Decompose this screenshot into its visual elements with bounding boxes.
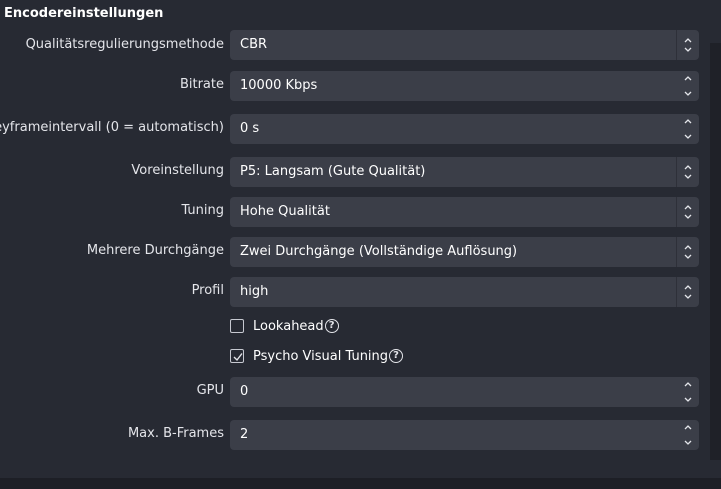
lookahead-checkbox-row[interactable]: Lookahead ? [230, 316, 339, 336]
combo-arrows-icon[interactable] [677, 157, 699, 187]
section-title: Encodereinstellungen [4, 6, 164, 21]
rate-control-value: CBR [240, 37, 268, 52]
tuning-value: Hohe Qualität [240, 204, 330, 219]
bframes-label: Max. B-Frames [127, 426, 224, 441]
checkmark-icon [233, 353, 243, 362]
combo-arrows-icon[interactable] [677, 277, 699, 307]
lookahead-checkbox[interactable] [230, 319, 244, 333]
tuning-label: Tuning [181, 203, 224, 218]
spin-arrows-icon[interactable] [677, 71, 699, 101]
lookahead-label: Lookahead [253, 318, 324, 334]
help-icon[interactable]: ? [389, 349, 404, 363]
help-icon[interactable]: ? [324, 319, 339, 333]
multipass-label: Mehrere Durchgänge [86, 243, 224, 258]
keyframe-value: 0 s [240, 121, 260, 136]
bitrate-value: 10000 Kbps [240, 78, 318, 93]
scrollbar-track[interactable] [710, 43, 721, 460]
psycho-visual-checkbox-row[interactable]: Psycho Visual Tuning ? [230, 346, 404, 366]
gpu-value: 0 [240, 384, 249, 399]
bitrate-spinbox[interactable]: 10000 Kbps [230, 71, 699, 101]
multipass-value: Zwei Durchgänge (Vollständige Auflösung) [240, 244, 518, 259]
rate-control-combobox[interactable]: CBR [230, 30, 699, 60]
bframes-spinbox[interactable]: 2 [230, 420, 699, 450]
profile-value: high [240, 284, 269, 299]
spin-arrows-icon[interactable] [677, 114, 699, 144]
encoder-settings-panel: Encodereinstellungen Qualitätsregulierun… [0, 0, 721, 478]
tuning-combobox[interactable]: Hohe Qualität [230, 197, 699, 227]
keyframe-label: Keyframeintervall (0 = automatisch) [0, 120, 224, 135]
combo-arrows-icon[interactable] [677, 237, 699, 267]
multipass-combobox[interactable]: Zwei Durchgänge (Vollständige Auflösung) [230, 237, 699, 267]
psycho-visual-label: Psycho Visual Tuning [253, 348, 389, 364]
bottom-bar [0, 478, 721, 489]
spin-arrows-icon[interactable] [677, 377, 699, 407]
spin-arrows-icon[interactable] [677, 420, 699, 450]
bframes-value: 2 [240, 427, 249, 442]
bitrate-label: Bitrate [179, 77, 224, 92]
profile-label: Profil [191, 283, 224, 298]
gpu-spinbox[interactable]: 0 [230, 377, 699, 407]
combo-arrows-icon[interactable] [677, 30, 699, 60]
gpu-label: GPU [196, 383, 224, 398]
keyframe-spinbox[interactable]: 0 s [230, 114, 699, 144]
rate-control-label: Qualitätsregulierungsmethode [25, 37, 224, 52]
psycho-visual-checkbox[interactable] [230, 349, 244, 363]
preset-label: Voreinstellung [131, 163, 224, 178]
preset-value: P5: Langsam (Gute Qualität) [240, 164, 426, 179]
profile-combobox[interactable]: high [230, 277, 699, 307]
combo-arrows-icon[interactable] [677, 197, 699, 227]
preset-combobox[interactable]: P5: Langsam (Gute Qualität) [230, 157, 699, 187]
